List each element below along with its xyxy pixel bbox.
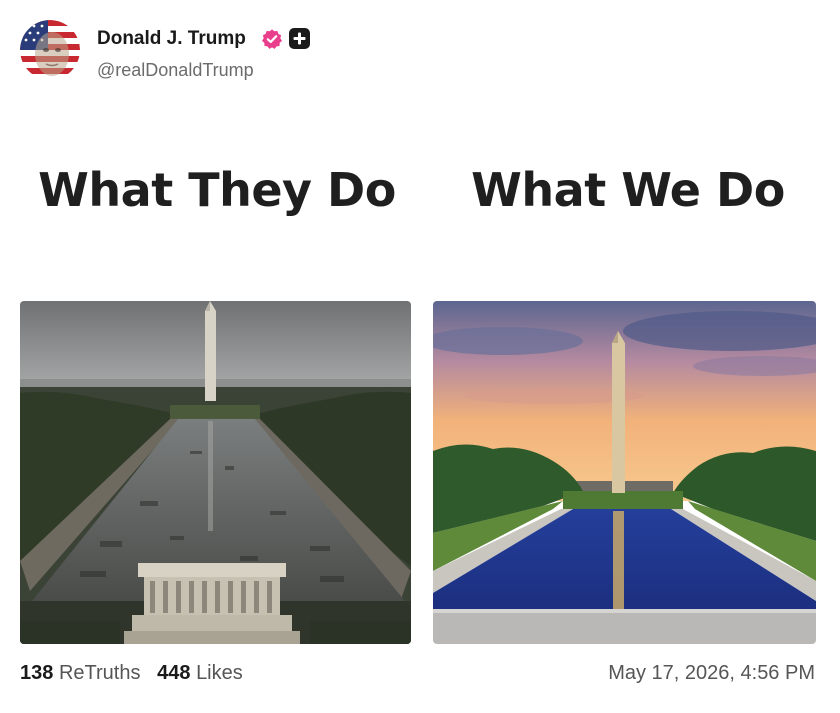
author-name[interactable]: Donald J. Trump [97, 27, 246, 51]
retruths-count[interactable]: 138 [20, 662, 53, 684]
heading-what-they-do: What They Do [38, 163, 396, 217]
avatar-image [20, 20, 80, 80]
post-stats: 138 ReTruths 448 Likes [20, 661, 243, 685]
heading-what-we-do: What We Do [471, 163, 785, 217]
author-handle[interactable]: @realDonaldTrump [97, 59, 254, 81]
post-timestamp[interactable]: May 17, 2026, 4:56 PM [608, 661, 815, 685]
avatar[interactable] [20, 20, 80, 80]
clean-reflecting-pool-sunset-photo [433, 301, 816, 644]
photo-right[interactable] [433, 301, 816, 644]
likes-label[interactable]: Likes [196, 662, 243, 684]
plus-icon[interactable] [289, 28, 310, 49]
photo-left[interactable] [20, 301, 411, 644]
polluted-reflecting-pool-photo [20, 301, 411, 644]
verified-badge-icon [262, 29, 282, 49]
likes-count[interactable]: 448 [157, 662, 190, 684]
retruths-label[interactable]: ReTruths [59, 662, 141, 684]
